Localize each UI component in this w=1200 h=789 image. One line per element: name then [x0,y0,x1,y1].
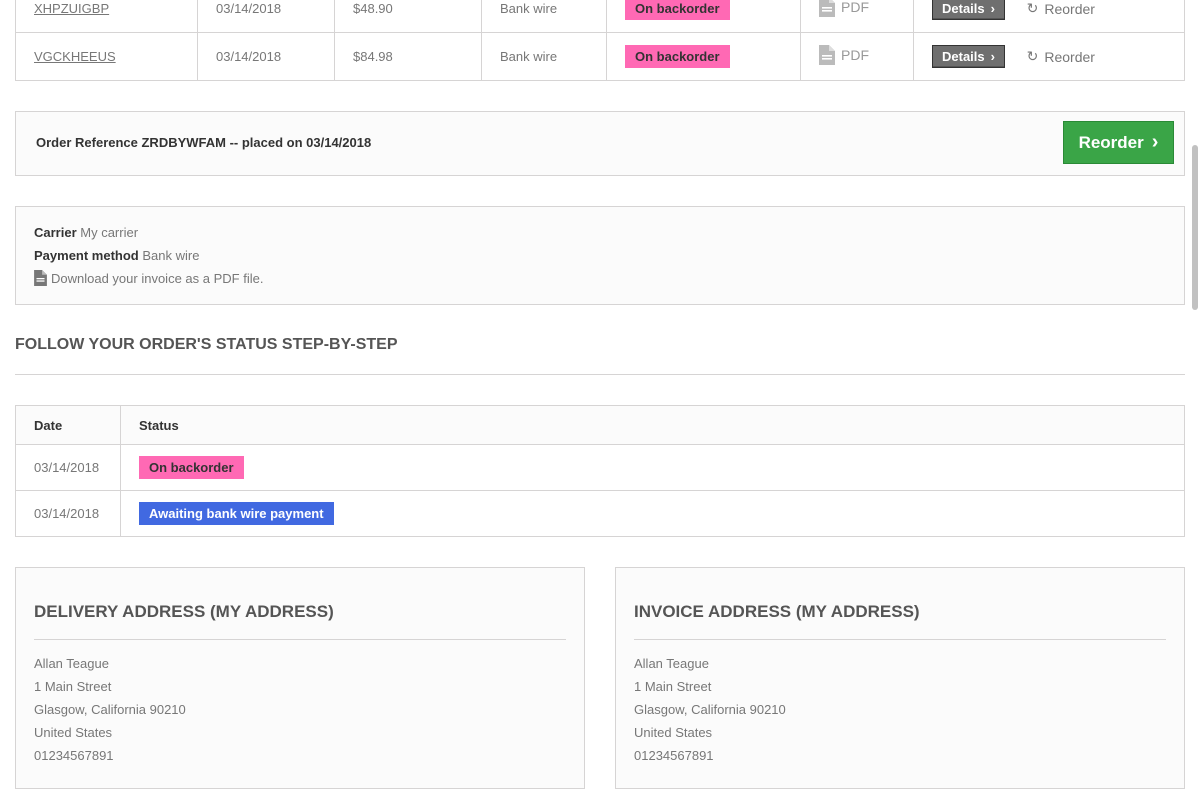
address-line: 01234567891 [634,748,714,763]
invoice-pdf-link[interactable]: PDF [819,0,869,17]
reorder-link[interactable]: ↻ Reorder [1027,0,1095,17]
status-date: 03/14/2018 [15,490,121,537]
status-badge: Awaiting bank wire payment [139,502,334,525]
delivery-address-box: DELIVERY ADDRESS (MY ADDRESS) Allan Teag… [15,567,585,789]
payment-line: Payment method Bank wire [34,248,199,263]
invoice-address-box: INVOICE ADDRESS (MY ADDRESS) Allan Teagu… [615,567,1185,789]
order-payment: Bank wire [481,32,607,81]
table-row: VGCKHEEUS 03/14/2018 $84.98 Bank wire On… [15,32,1185,81]
address-line: 1 Main Street [634,679,712,694]
order-payment: Bank wire [481,0,607,33]
details-label: Details [942,1,985,16]
column-header-status: Status [120,405,1185,445]
order-reference-box: Order Reference ZRDBYWFAM -- placed on 0… [15,111,1185,176]
address-line: United States [34,725,113,740]
status-badge: On backorder [139,456,244,479]
invoice-address-title: INVOICE ADDRESS (MY ADDRESS) [634,602,920,621]
reorder-link[interactable]: ↻ Reorder [1027,48,1095,65]
details-button[interactable]: Details › [932,0,1005,20]
refresh-icon: ↻ [1026,48,1039,64]
reorder-button-label: Reorder [1078,132,1144,152]
address-line: Glasgow, California 90210 [34,702,186,717]
carrier-value: My carrier [80,225,139,240]
pdf-label: PDF [841,47,869,63]
address-line: Allan Teague [34,656,109,671]
order-price: $48.90 [334,0,482,33]
status-date: 03/14/2018 [15,444,121,491]
reorder-label: Reorder [1044,48,1095,65]
download-invoice-text: Download your invoice as a PDF file. [51,270,264,286]
address-line: United States [634,725,713,740]
order-date: 03/14/2018 [197,0,335,33]
divider [634,639,1166,640]
file-icon [34,270,47,286]
details-button[interactable]: Details › [932,45,1005,68]
details-label: Details [942,49,985,64]
file-pdf-icon [819,45,835,65]
status-badge: On backorder [625,0,730,20]
table-row: XHPZUIGBP 03/14/2018 $48.90 Bank wire On… [15,0,1185,33]
divider [34,639,566,640]
divider [15,374,1185,375]
refresh-icon: ↻ [1026,0,1039,16]
chevron-right-icon: › [1151,131,1159,153]
address-line: 01234567891 [34,748,114,763]
scrollbar-thumb[interactable] [1192,145,1198,310]
reorder-button[interactable]: Reorder › [1063,121,1174,164]
follow-status-heading: FOLLOW YOUR ORDER'S STATUS STEP-BY-STEP [15,336,398,353]
order-reference-link[interactable]: VGCKHEEUS [34,49,116,64]
download-invoice-link[interactable]: Download your invoice as a PDF file. [34,270,263,286]
status-history-table: Date Status 03/14/2018 On backorder 03/1… [15,405,1185,537]
table-header-row: Date Status [15,405,1185,445]
chevron-right-icon: › [990,1,995,16]
delivery-address-title: DELIVERY ADDRESS (MY ADDRESS) [34,602,334,621]
address-line: Allan Teague [634,656,709,671]
payment-label: Payment method [34,248,139,263]
table-row: 03/14/2018 On backorder [15,444,1185,491]
order-info-box: Carrier My carrier Payment method Bank w… [15,206,1185,305]
orders-table: XHPZUIGBP 03/14/2018 $48.90 Bank wire On… [15,0,1185,81]
order-reference-link[interactable]: XHPZUIGBP [34,1,109,16]
payment-value: Bank wire [142,248,200,263]
order-reference-text: Order Reference ZRDBYWFAM -- placed on 0… [36,135,372,150]
invoice-pdf-link[interactable]: PDF [819,45,869,65]
column-header-date: Date [15,405,121,445]
carrier-line: Carrier My carrier [34,225,138,240]
chevron-right-icon: › [990,49,995,64]
order-price: $84.98 [334,32,482,81]
order-date: 03/14/2018 [197,32,335,81]
status-badge: On backorder [625,45,730,68]
file-pdf-icon [819,0,835,17]
carrier-label: Carrier [34,225,77,240]
reorder-label: Reorder [1044,0,1095,17]
table-row: 03/14/2018 Awaiting bank wire payment [15,490,1185,537]
address-line: Glasgow, California 90210 [634,702,786,717]
pdf-label: PDF [841,0,869,15]
address-line: 1 Main Street [34,679,112,694]
